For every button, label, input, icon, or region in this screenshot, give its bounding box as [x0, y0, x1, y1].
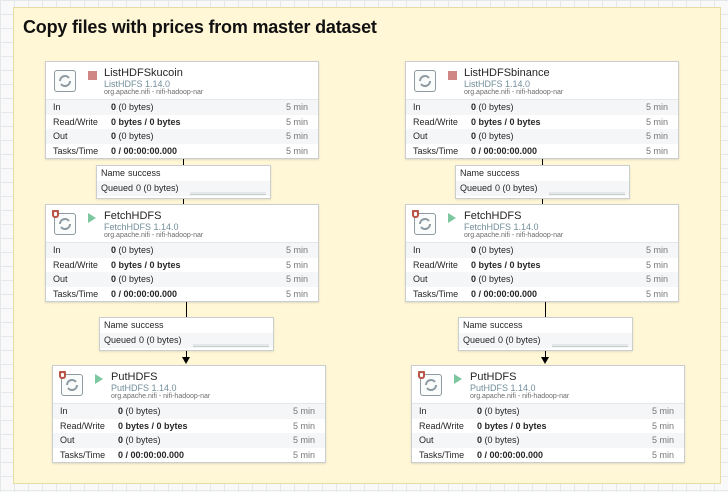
connection-label[interactable]: Name success Queued 0 (0 bytes) [455, 165, 630, 199]
queue-progress-bar [549, 192, 625, 195]
stat-row-read-write: Read/Write 0 bytes / 0 bytes 5 min [53, 259, 308, 270]
processor-listhdfs-kucoin[interactable]: ListHDFSkucoin ListHDFS 1.14.0 org.apach… [45, 61, 319, 159]
processor-type: PutHDFS 1.14.0 [111, 383, 177, 393]
stat-row-out: Out 0 (0 bytes) 5 min [46, 272, 318, 287]
processor-name: FetchHDFS [104, 210, 162, 222]
processor-bundle: org.apache.nifi - nifi-hadoop-nar [104, 89, 204, 96]
stop-square-icon [88, 71, 97, 80]
processor-icon [414, 70, 436, 92]
processor-listhdfs-binance[interactable]: ListHDFSbinance ListHDFS 1.14.0 org.apac… [405, 61, 679, 159]
processor-puthdfs-left[interactable]: PutHDFS PutHDFS 1.14.0 org.apache.nifi -… [52, 365, 326, 463]
process-group-title: Copy files with prices from master datas… [23, 17, 377, 37]
stat-row-read-write: Read/Write 0 bytes / 0 bytes 5 min [419, 420, 674, 431]
stat-row-out: Out 0 (0 bytes) 5 min [46, 129, 318, 144]
stat-row-read-write: Read/Write 0 bytes / 0 bytes 5 min [60, 420, 315, 431]
stat-row-in: In 0 (0 bytes) 5 min [406, 100, 678, 115]
processor-bundle: org.apache.nifi - nifi-hadoop-nar [470, 393, 570, 400]
stat-row-tasks-time: Tasks/Time 0 / 00:00:00.000 5 min [53, 145, 308, 156]
processor-name: ListHDFSkucoin [104, 67, 183, 79]
stat-row-out: Out 0 (0 bytes) 5 min [406, 272, 678, 287]
processor-bundle: org.apache.nifi - nifi-hadoop-nar [464, 232, 564, 239]
stat-row-in: In 0 (0 bytes) 5 min [412, 404, 684, 419]
restricted-shield-icon [412, 210, 419, 218]
stat-row-tasks-time: Tasks/Time 0 / 00:00:00.000 5 min [419, 449, 674, 460]
connection-label[interactable]: Name success Queued 0 (0 bytes) [96, 165, 271, 199]
stat-row-in: In 0 (0 bytes) 5 min [53, 404, 325, 419]
queue-progress-bar [190, 192, 266, 195]
restricted-shield-icon [52, 210, 59, 218]
play-triangle-icon [448, 213, 456, 223]
arrow-down-icon [182, 357, 190, 364]
processor-bundle: org.apache.nifi - nifi-hadoop-nar [111, 393, 211, 400]
play-triangle-icon [88, 213, 96, 223]
stat-row-read-write: Read/Write 0 bytes / 0 bytes 5 min [413, 259, 668, 270]
processor-icon [54, 70, 76, 92]
processor-type: PutHDFS 1.14.0 [470, 383, 536, 393]
queue-progress-bar [193, 344, 269, 347]
processor-type: FetchHDFS 1.14.0 [464, 222, 539, 232]
processor-type: ListHDFS 1.14.0 [464, 79, 531, 89]
arrow-down-icon [541, 357, 549, 364]
connection-label[interactable]: Name success Queued 0 (0 bytes) [99, 317, 274, 351]
stat-row-in: In 0 (0 bytes) 5 min [46, 243, 318, 258]
stat-row-out: Out 0 (0 bytes) 5 min [406, 129, 678, 144]
process-group[interactable]: Copy files with prices from master datas… [13, 7, 721, 484]
restricted-shield-icon [418, 371, 425, 379]
stat-row-tasks-time: Tasks/Time 0 / 00:00:00.000 5 min [413, 288, 668, 299]
processor-type: FetchHDFS 1.14.0 [104, 222, 179, 232]
stat-row-in: In 0 (0 bytes) 5 min [406, 243, 678, 258]
processor-fetchhdfs-left[interactable]: FetchHDFS FetchHDFS 1.14.0 org.apache.ni… [45, 204, 319, 302]
stat-row-tasks-time: Tasks/Time 0 / 00:00:00.000 5 min [60, 449, 315, 460]
processor-name: FetchHDFS [464, 210, 522, 222]
connection-label[interactable]: Name success Queued 0 (0 bytes) [458, 317, 633, 351]
processor-bundle: org.apache.nifi - nifi-hadoop-nar [464, 89, 564, 96]
stat-row-in: In 0 (0 bytes) 5 min [46, 100, 318, 115]
processor-name: PutHDFS [111, 371, 158, 383]
queue-progress-bar [552, 344, 628, 347]
processor-name: ListHDFSbinance [464, 67, 550, 79]
processor-bundle: org.apache.nifi - nifi-hadoop-nar [104, 232, 204, 239]
stat-row-read-write: Read/Write 0 bytes / 0 bytes 5 min [413, 116, 668, 127]
processor-puthdfs-right[interactable]: PutHDFS PutHDFS 1.14.0 org.apache.nifi -… [411, 365, 685, 463]
processor-name: PutHDFS [470, 371, 517, 383]
play-triangle-icon [95, 374, 103, 384]
restricted-shield-icon [59, 371, 66, 379]
stat-row-tasks-time: Tasks/Time 0 / 00:00:00.000 5 min [53, 288, 308, 299]
processor-type: ListHDFS 1.14.0 [104, 79, 171, 89]
stat-row-out: Out 0 (0 bytes) 5 min [53, 433, 325, 448]
processor-fetchhdfs-right[interactable]: FetchHDFS FetchHDFS 1.14.0 org.apache.ni… [405, 204, 679, 302]
play-triangle-icon [454, 374, 462, 384]
stop-square-icon [448, 71, 457, 80]
stat-row-out: Out 0 (0 bytes) 5 min [412, 433, 684, 448]
stat-row-tasks-time: Tasks/Time 0 / 00:00:00.000 5 min [413, 145, 668, 156]
stat-row-read-write: Read/Write 0 bytes / 0 bytes 5 min [53, 116, 308, 127]
